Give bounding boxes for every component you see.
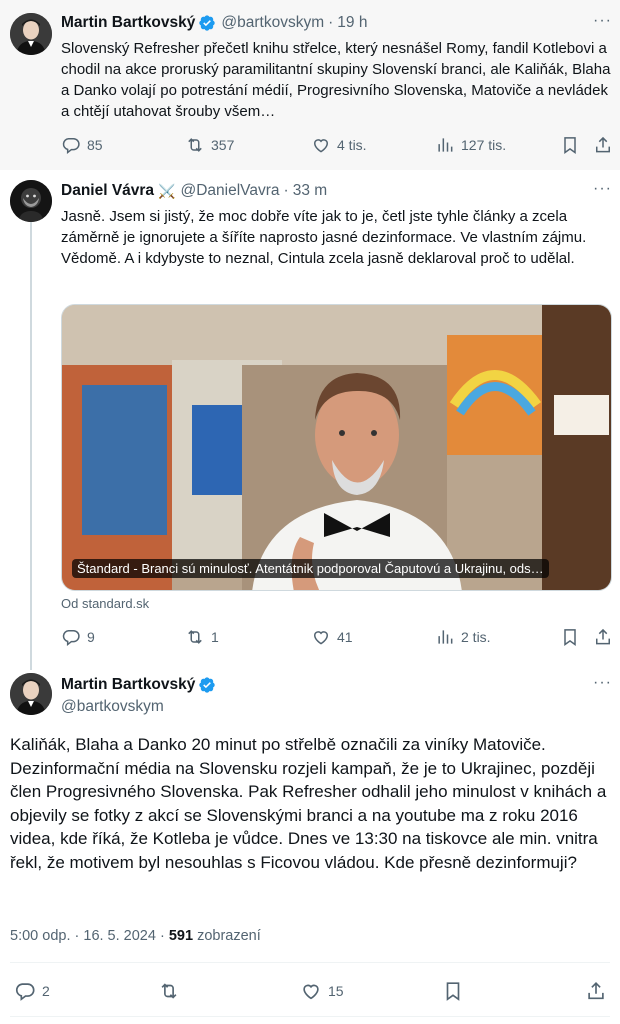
reply-count: 2 <box>42 983 50 999</box>
repost-icon <box>161 983 177 999</box>
share-icon <box>596 628 610 645</box>
view-count: 591 <box>168 928 194 944</box>
repost-icon <box>188 630 202 644</box>
like-count: 4 tis. <box>337 137 367 153</box>
heart-icon <box>303 984 319 1000</box>
bookmark-button[interactable] <box>560 627 586 647</box>
reply-icon <box>62 630 80 647</box>
tweet-time[interactable]: 19 h <box>337 14 367 32</box>
views-bar-chart-icon <box>438 630 453 644</box>
reply-button[interactable]: 85 <box>61 135 103 155</box>
more-options-icon[interactable]: ··· <box>593 674 612 692</box>
tweet-metadata: 5:00 odp. · 16. 5. 2024 · 591 zobrazení <box>10 928 261 944</box>
repost-count: 357 <box>211 137 235 153</box>
view-label: zobrazení <box>197 928 261 944</box>
share-button[interactable] <box>593 135 619 155</box>
like-button[interactable]: 4 tis. <box>311 135 367 155</box>
reply-button[interactable]: 9 <box>61 627 95 647</box>
repost-button[interactable]: 357 <box>185 135 234 155</box>
crossed-swords-icon: ⚔️ <box>158 182 176 199</box>
divider <box>10 962 610 963</box>
like-count: 15 <box>328 983 344 999</box>
bookmark-button[interactable] <box>560 135 586 155</box>
bookmark-icon <box>564 629 576 646</box>
like-button[interactable]: 15 <box>300 980 344 1002</box>
separator-dot: · <box>328 14 334 31</box>
tweet-text: Slovenský Refresher přečetl knihu střelc… <box>61 40 611 120</box>
avatar-bartkovsky[interactable] <box>10 673 52 715</box>
verified-badge-icon <box>199 677 216 693</box>
card-source-domain[interactable]: Od standard.sk <box>61 596 149 611</box>
author-name[interactable]: Martin Bartkovský <box>61 676 195 694</box>
verified-badge-icon <box>199 15 216 31</box>
like-button[interactable]: 41 <box>311 627 353 647</box>
bookmark-icon <box>446 982 460 1001</box>
repost-count: 1 <box>211 629 219 645</box>
author-name[interactable]: Daniel Vávra <box>61 182 154 200</box>
author-handle[interactable]: @bartkovskym <box>221 14 324 32</box>
separator-dot: · <box>283 182 289 199</box>
share-icon <box>588 982 604 1000</box>
reply-button[interactable]: 2 <box>14 980 50 1002</box>
repost-icon <box>188 138 202 152</box>
heart-icon <box>313 631 329 645</box>
reply-icon <box>62 138 80 155</box>
views-count: 2 tis. <box>461 629 491 645</box>
tweet-time[interactable]: 5:00 odp. <box>10 928 70 944</box>
reply-count: 9 <box>87 629 95 645</box>
avatar-bartkovsky[interactable] <box>10 13 52 55</box>
tweet-time[interactable]: 33 m <box>293 182 327 200</box>
link-preview-card[interactable]: Štandard - Branci sú minulosť. Atentátni… <box>61 304 612 591</box>
bookmark-button[interactable] <box>442 980 470 1002</box>
reply-icon <box>15 983 35 1001</box>
author-handle[interactable]: @bartkovskym <box>61 698 164 716</box>
avatar-vavra[interactable] <box>10 180 52 222</box>
views-count: 127 tis. <box>461 137 507 153</box>
views-bar-chart-icon <box>438 138 453 152</box>
share-button[interactable] <box>593 627 619 647</box>
views-button[interactable]: 127 tis. <box>435 135 506 155</box>
bookmark-icon <box>564 137 576 154</box>
share-icon <box>596 136 610 153</box>
repost-button[interactable] <box>158 980 186 1002</box>
more-options-icon[interactable]: ··· <box>593 180 612 198</box>
card-image-photo <box>62 305 611 590</box>
views-button[interactable]: 2 tis. <box>435 627 491 647</box>
heart-icon <box>313 139 329 153</box>
reply-count: 85 <box>87 137 103 153</box>
tweet-date[interactable]: 16. 5. 2024 <box>83 928 156 944</box>
author-name[interactable]: Martin Bartkovský <box>61 14 195 32</box>
like-count: 41 <box>337 629 353 645</box>
tweet-text: Kaliňák, Blaha a Danko 20 minut po střel… <box>10 735 607 872</box>
thread-connector-line <box>30 222 32 670</box>
divider <box>10 1016 610 1017</box>
card-title[interactable]: Štandard - Branci sú minulosť. Atentátni… <box>72 559 549 578</box>
author-handle[interactable]: @DanielVavra <box>181 182 280 200</box>
repost-button[interactable]: 1 <box>185 627 219 647</box>
share-button[interactable] <box>585 980 613 1002</box>
tweet-text: Jasně. Jsem si jistý, že moc dobře víte … <box>61 208 587 267</box>
more-options-icon[interactable]: ··· <box>593 12 612 30</box>
tweet-bartkovsky-1[interactable]: Martin Bartkovský @bartkovskym · 19 h ··… <box>0 0 620 170</box>
